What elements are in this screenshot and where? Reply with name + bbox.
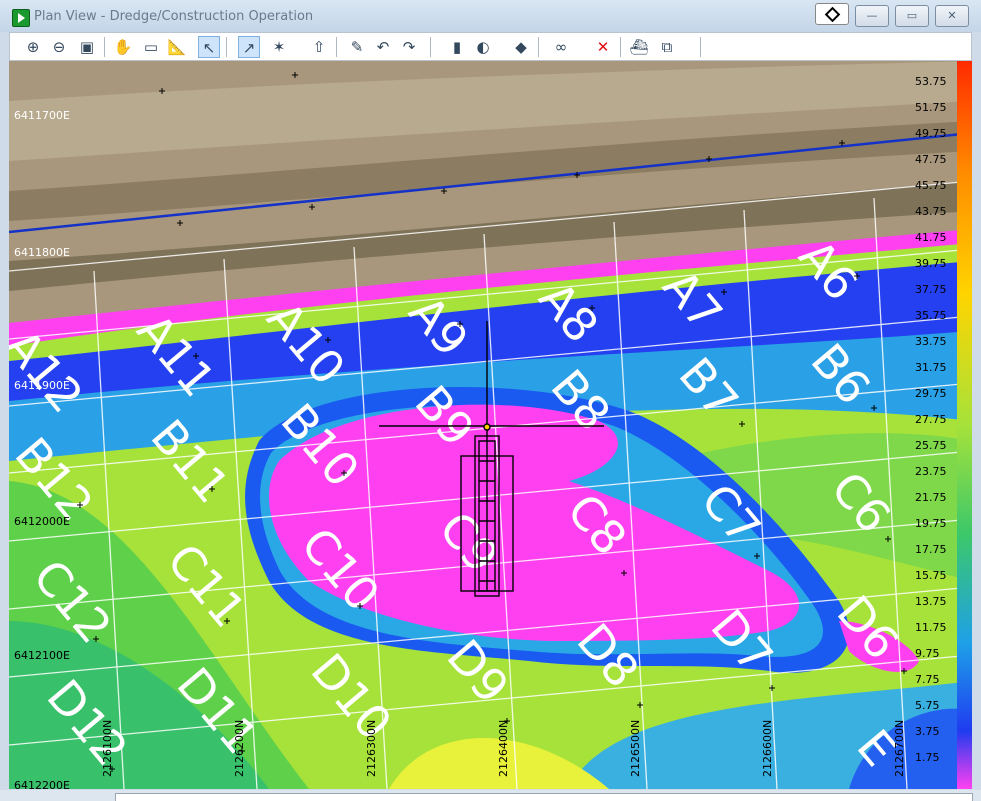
northing-label: 6411800E <box>14 246 70 259</box>
depth-scale-label: 37.75 <box>915 283 947 296</box>
easting-label: 2126500N <box>629 720 642 777</box>
color-palette-icon[interactable]: ◐ <box>472 36 494 58</box>
zoom-out-icon[interactable]: ⊖ <box>48 36 70 58</box>
easting-label: 2126700N <box>893 720 906 777</box>
window-title: Plan View - Dredge/Construction Operatio… <box>34 9 314 24</box>
maximize-button[interactable]: ▭ <box>895 5 929 27</box>
depth-scale-label: 43.75 <box>915 205 947 218</box>
depth-scale-label: 9.75 <box>915 647 940 660</box>
depth-scale-label: 53.75 <box>915 75 947 88</box>
depth-scale-label: 3.75 <box>915 725 940 738</box>
depth-scale-label: 27.75 <box>915 413 947 426</box>
depth-scale-label: 23.75 <box>915 465 947 478</box>
plan-view-map[interactable]: A6 A7 A8 A9 A10 A11 A12 B6 B7 B8 B9 B10 … <box>9 61 972 789</box>
depth-scale-label: 47.75 <box>915 153 947 166</box>
pan-icon[interactable]: ✋ <box>112 36 134 58</box>
northing-label: 6412000E <box>14 515 70 528</box>
depth-scale-label: 33.75 <box>915 335 947 348</box>
title-bar: Plan View - Dredge/Construction Operatio… <box>0 0 981 32</box>
depth-scale-label: 29.75 <box>915 387 947 400</box>
select-arrow-icon[interactable]: ↖ <box>198 36 220 58</box>
northing-label: 6412200E <box>14 779 70 789</box>
undo-icon[interactable]: ↶ <box>372 36 394 58</box>
depth-scale-label: 49.75 <box>915 127 947 140</box>
copy-window-icon[interactable]: ⧉ <box>656 36 678 58</box>
track-icon[interactable]: ∞ <box>550 36 572 58</box>
minimize-button[interactable]: — <box>855 5 889 27</box>
north-arrow-icon[interactable]: ⇧ <box>308 36 330 58</box>
toolbar: ⊕ ⊖ ▣ ✋ ▭ 📐 ↖ ↗ ✶ ⇧ ✎ ↶ ↷ ▮ ◐ ◆ ∞ ✕ ⛴ ⧉ <box>9 32 972 61</box>
depth-scale-label: 45.75 <box>915 179 947 192</box>
edit-icon[interactable]: ✎ <box>346 36 368 58</box>
northing-label: 6411900E <box>14 379 70 392</box>
depth-scale-label: 25.75 <box>915 439 947 452</box>
depth-scale-label: 1.75 <box>915 751 940 764</box>
vessel-icon[interactable]: ⛴ <box>628 36 650 58</box>
depth-scale-label: 17.75 <box>915 543 947 556</box>
depth-color-bar <box>957 61 972 789</box>
depth-scale-label: 39.75 <box>915 257 947 270</box>
draw-line-icon[interactable]: ↗ <box>238 36 260 58</box>
northing-label: 6411700E <box>14 109 70 122</box>
status-pane <box>115 793 973 801</box>
map-canvas: A6 A7 A8 A9 A10 A11 A12 B6 B7 B8 B9 B10 … <box>9 61 972 789</box>
depth-scale-label: 35.75 <box>915 309 947 322</box>
depth-scale-label: 31.75 <box>915 361 947 374</box>
depth-scale-label: 41.75 <box>915 231 947 244</box>
color-bar-icon[interactable]: ▮ <box>446 36 468 58</box>
zoom-extent-icon[interactable]: ▣ <box>76 36 98 58</box>
filter-icon[interactable]: ✶ <box>268 36 290 58</box>
depth-scale-label: 11.75 <box>915 621 947 634</box>
depth-scale-label: 21.75 <box>915 491 947 504</box>
easting-label: 2126400N <box>497 720 510 777</box>
close-button[interactable]: ✕ <box>935 5 969 27</box>
easting-label: 2126300N <box>365 720 378 777</box>
depth-scale-label: 5.75 <box>915 699 940 712</box>
measure-icon[interactable]: ▭ <box>140 36 162 58</box>
delete-icon[interactable]: ✕ <box>592 36 614 58</box>
pin-button[interactable] <box>815 3 849 25</box>
northing-label: 6412100E <box>14 649 70 662</box>
depth-scale-label: 13.75 <box>915 595 947 608</box>
zoom-in-icon[interactable]: ⊕ <box>22 36 44 58</box>
app-icon <box>12 9 30 27</box>
easting-label: 2126200N <box>233 720 246 777</box>
depth-scale-label: 51.75 <box>915 101 947 114</box>
redo-icon[interactable]: ↷ <box>398 36 420 58</box>
easting-label: 2126600N <box>761 720 774 777</box>
ruler-icon[interactable]: 📐 <box>166 36 188 58</box>
paint-icon[interactable]: ◆ <box>510 36 532 58</box>
depth-scale-label: 15.75 <box>915 569 947 582</box>
depth-scale-label: 7.75 <box>915 673 940 686</box>
depth-scale-label: 19.75 <box>915 517 947 530</box>
